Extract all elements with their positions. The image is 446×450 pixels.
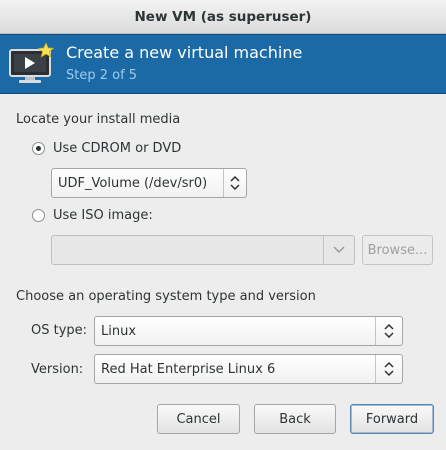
back-button[interactable]: Back [254, 404, 336, 434]
os-version-value: Red Hat Enterprise Linux 6 [101, 361, 276, 377]
iso-radio[interactable]: Use ISO image: [32, 208, 153, 223]
os-type-value: Linux [101, 323, 137, 339]
forward-button[interactable]: Forward [350, 404, 434, 434]
cancel-button-label: Cancel [176, 411, 221, 427]
os-version-label: Version: [31, 362, 84, 377]
cdrom-radio-indicator[interactable] [32, 142, 45, 155]
iso-radio-label: Use ISO image: [53, 208, 153, 223]
install-media-heading: Locate your install media [16, 112, 181, 127]
os-type-select[interactable]: Linux [94, 316, 403, 346]
up-down-arrows-icon [375, 355, 402, 383]
os-heading: Choose an operating system type and vers… [16, 289, 316, 304]
window-titlebar[interactable]: New VM (as superuser) [0, 0, 446, 34]
iso-radio-indicator[interactable] [32, 209, 45, 222]
cdrom-device-value: UDF_Volume (/dev/sr0) [58, 175, 208, 191]
vm-monitor-star-icon [9, 42, 54, 83]
new-vm-dialog: New VM (as superuser) Create a new virtu… [0, 0, 446, 450]
wizard-title: Create a new virtual machine [66, 43, 303, 62]
os-type-label: OS type: [31, 323, 88, 338]
os-version-select[interactable]: Red Hat Enterprise Linux 6 [94, 354, 403, 384]
forward-button-label: Forward [365, 411, 419, 427]
cdrom-radio[interactable]: Use CDROM or DVD [32, 141, 181, 156]
wizard-step: Step 2 of 5 [66, 68, 138, 83]
up-down-arrows-icon [375, 317, 402, 345]
cancel-button[interactable]: Cancel [157, 404, 240, 434]
chevron-down-icon [323, 236, 354, 264]
back-button-label: Back [279, 411, 311, 427]
browse-button[interactable]: Browse... [362, 235, 433, 265]
up-down-arrows-icon [223, 169, 246, 197]
browse-button-label: Browse... [367, 242, 428, 258]
wizard-banner: Create a new virtual machine Step 2 of 5 [0, 34, 446, 94]
cdrom-device-select[interactable]: UDF_Volume (/dev/sr0) [51, 168, 247, 198]
window-title: New VM (as superuser) [134, 8, 312, 25]
iso-path-combo[interactable] [51, 235, 355, 265]
cdrom-radio-label: Use CDROM or DVD [53, 141, 182, 156]
